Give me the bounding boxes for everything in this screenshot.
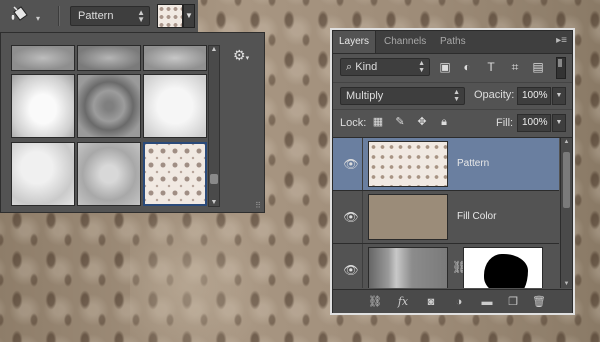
pattern-picker-popup: ▲ ▼ ⚙▾ ⠿ (0, 32, 265, 213)
tool-preset-chevron-icon[interactable]: ▾ (36, 14, 40, 23)
layer-name[interactable]: Fill Color (457, 211, 496, 222)
adjustment-layer-icon[interactable]: ◑ (451, 294, 467, 310)
fill-label: Fill: (496, 117, 514, 129)
smart-object-filter-icon[interactable]: ▤ (530, 59, 546, 75)
lock-image-brush-icon[interactable]: ✎ (393, 115, 407, 129)
layer-row-pattern[interactable]: 👁︎ Pattern (333, 138, 559, 191)
pattern-swatch-item[interactable] (143, 45, 207, 71)
picker-scrollbar[interactable]: ▲ ▼ (208, 45, 220, 207)
layers-footer: ⛓︎ fx ◙ ◑ ▬ ❐ 🗑︎ (333, 289, 572, 313)
layer-list: 👁︎ Pattern 👁︎ Fill Color 👁︎ ⛓︎ (333, 138, 559, 288)
divider (362, 244, 363, 288)
tab-layers[interactable]: Layers (333, 31, 377, 53)
new-layer-icon[interactable]: ❐ (505, 294, 521, 310)
opacity-label: Opacity: (474, 89, 515, 101)
pattern-dropdown-chevron-icon[interactable]: ▼ (183, 4, 195, 28)
fx-layer-style-icon[interactable]: fx (395, 294, 411, 310)
pattern-swatch-item[interactable] (77, 141, 141, 206)
panel-tabs: Layers Channels Paths ▸≡ (333, 31, 572, 54)
blend-mode-value: Multiply (346, 90, 384, 102)
lock-row: Lock: ▦ ✎ ✥ 🔒︎ Fill: 100% ▼ (333, 110, 572, 138)
updown-arrows-icon: ▲ ▼ (453, 89, 460, 103)
opacity-input[interactable]: 100% (517, 87, 551, 105)
resize-grip-icon[interactable]: ⠿ (255, 201, 261, 210)
opacity-dropdown-icon[interactable]: ▼ (552, 87, 566, 105)
lock-position-move-icon[interactable]: ✥ (415, 115, 429, 129)
filter-kind-select[interactable]: ⌕ Kind ▲ ▼ (340, 58, 430, 76)
add-mask-icon[interactable]: ◙ (423, 294, 439, 310)
visibility-eye-icon[interactable]: 👁︎ (340, 191, 362, 243)
layer-name[interactable]: Pattern (457, 158, 489, 169)
options-divider (58, 6, 60, 26)
pattern-grid (11, 45, 207, 207)
pattern-swatch-item[interactable] (143, 74, 207, 139)
layer-thumbnail (368, 194, 448, 240)
tab-channels[interactable]: Channels (378, 31, 432, 53)
fill-source-value: Pattern (78, 10, 114, 22)
pattern-swatch-item[interactable] (77, 74, 141, 139)
filter-kind-value: Kind (355, 61, 378, 73)
panel-menu-icon[interactable]: ▸≡ (556, 35, 567, 46)
layer-filter-row: ⌕ Kind ▲ ▼ ▣ ◐ T ⌗ ▤ (333, 54, 572, 83)
visibility-eye-icon[interactable]: 👁︎ (340, 138, 362, 190)
pattern-swatch[interactable] (157, 4, 183, 28)
pixel-filter-icon[interactable]: ▣ (437, 59, 453, 75)
divider (362, 138, 363, 190)
pattern-swatch-item[interactable] (11, 74, 75, 139)
shape-filter-icon[interactable]: ⌗ (507, 59, 523, 75)
fill-source-select[interactable]: Pattern ▲ ▼ (70, 6, 150, 26)
pattern-swatch-selected[interactable] (143, 141, 207, 206)
link-layers-icon[interactable]: ⛓︎ (367, 294, 383, 310)
scroll-down-icon[interactable]: ▼ (209, 199, 219, 206)
scroll-down-icon[interactable]: ▼ (561, 281, 572, 287)
gear-icon[interactable]: ⚙▾ (233, 47, 249, 64)
updown-arrows-icon: ▲ ▼ (137, 8, 145, 24)
scroll-up-icon[interactable]: ▲ (561, 139, 572, 145)
paint-bucket-icon[interactable] (8, 4, 32, 28)
lock-all-icon[interactable]: 🔒︎ (437, 115, 451, 129)
layer-row-fill-color[interactable]: 👁︎ Fill Color (333, 191, 559, 244)
layer-row-masked[interactable]: 👁︎ ⛓︎ (333, 244, 559, 288)
updown-arrows-icon: ▲ ▼ (418, 60, 425, 74)
options-bar: ▾ Pattern ▲ ▼ ▼ (0, 0, 198, 33)
pattern-swatch-item[interactable] (77, 45, 141, 71)
delete-layer-trash-icon[interactable]: 🗑︎ (531, 294, 547, 310)
fill-input[interactable]: 100% (517, 114, 551, 132)
blend-mode-select[interactable]: Multiply ▲ ▼ (340, 87, 465, 105)
visibility-eye-icon[interactable]: 👁︎ (340, 244, 362, 288)
search-icon: ⌕ (346, 61, 353, 73)
layer-mask-thumbnail[interactable] (463, 247, 543, 288)
layer-thumbnail (368, 141, 448, 187)
fill-dropdown-icon[interactable]: ▼ (552, 114, 566, 132)
lock-label: Lock: (340, 117, 367, 129)
layer-list-scroll-thumb[interactable] (563, 152, 570, 208)
tab-paths[interactable]: Paths (434, 31, 472, 53)
adjustment-filter-icon[interactable]: ◐ (459, 59, 475, 75)
layer-thumbnail (368, 247, 448, 288)
layers-panel: Layers Channels Paths ▸≡ ⌕ Kind ▲ ▼ ▣ ◐ T… (330, 28, 575, 315)
divider (362, 191, 363, 243)
canvas-highlight (130, 200, 270, 342)
new-group-folder-icon[interactable]: ▬ (479, 294, 495, 310)
mask-shape (484, 254, 528, 288)
scroll-up-icon[interactable]: ▲ (209, 46, 219, 53)
pattern-swatch-item[interactable] (11, 141, 75, 206)
lock-transparent-icon[interactable]: ▦ (371, 115, 385, 129)
filter-toggle[interactable] (556, 57, 566, 79)
type-filter-icon[interactable]: T (483, 59, 499, 75)
layer-list-scrollbar[interactable]: ▲ ▼ (560, 138, 572, 288)
picker-scroll-thumb[interactable] (210, 174, 218, 184)
blend-row: Multiply ▲ ▼ Opacity: 100% ▼ (333, 83, 572, 110)
pattern-swatch-item[interactable] (11, 45, 75, 71)
